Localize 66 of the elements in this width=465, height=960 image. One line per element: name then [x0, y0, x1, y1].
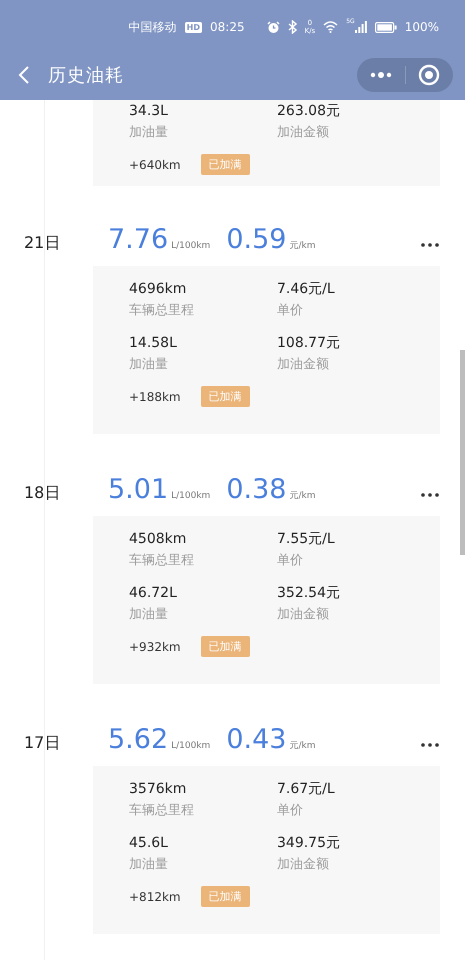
fuel-volume: 46.72L — [129, 584, 178, 602]
page-title: 历史油耗 — [48, 64, 125, 87]
record-day: 17日 — [24, 733, 108, 754]
full-tank-tag: 已加满 — [200, 386, 250, 407]
fuel-volume: 45.6L — [129, 834, 169, 852]
hd-badge: HD — [184, 22, 202, 32]
full-tank-tag: 已加满 — [200, 886, 250, 907]
unit-price: 7.46元/L — [277, 280, 336, 298]
unit-price: 7.55元/L — [277, 530, 336, 548]
full-tank-tag: 已加满 — [200, 154, 250, 175]
fuel-consumption: 7.76 — [108, 224, 168, 255]
odometer-label: 车辆总里程 — [129, 802, 195, 820]
cost-unit: 元/km — [289, 490, 316, 502]
battery-icon — [374, 22, 397, 32]
fuel-amount: 352.54元 — [277, 584, 341, 602]
fuel-amount-label: 加油金额 — [277, 124, 330, 142]
more-icon[interactable] — [421, 243, 439, 247]
fuel-consumption: 5.62 — [108, 724, 168, 755]
fuel-volume: 14.58L — [129, 334, 178, 352]
unit-price-label: 单价 — [277, 552, 304, 570]
distance-increase: +812km — [129, 890, 181, 904]
odometer-label: 车辆总里程 — [129, 552, 195, 570]
cost-unit: 元/km — [289, 740, 316, 752]
more-icon[interactable] — [421, 493, 439, 497]
fuel-amount-label: 加油金额 — [277, 856, 330, 874]
consumption-unit: L/100km — [171, 241, 210, 251]
carrier-name: 中国移动 — [128, 18, 177, 36]
record-day: 18日 — [24, 483, 108, 504]
distance-increase: +932km — [129, 640, 181, 654]
unit-price-label: 单价 — [277, 302, 304, 320]
battery-level: 100% — [404, 20, 439, 34]
fuel-volume: 34.3L — [129, 102, 169, 120]
fuel-amount: 108.77元 — [277, 334, 341, 352]
signal-icon — [354, 21, 367, 33]
odometer-label: 车辆总里程 — [129, 302, 195, 320]
back-icon[interactable] — [18, 65, 30, 85]
odometer-value: 3576km — [129, 780, 188, 798]
alarm-icon — [266, 20, 280, 34]
wifi-icon — [323, 21, 338, 33]
bluetooth-icon — [288, 20, 297, 34]
consumption-unit: L/100km — [171, 491, 210, 501]
unit-price: 7.67元/L — [277, 780, 336, 798]
fuel-amount-label: 加油金额 — [277, 356, 330, 374]
close-icon[interactable] — [418, 64, 440, 86]
record-day: 21日 — [24, 233, 108, 254]
clock-time: 08:25 — [210, 20, 245, 34]
fuel-volume-label: 加油量 — [129, 856, 169, 874]
full-tank-tag: 已加满 — [200, 636, 250, 657]
distance-increase: +188km — [129, 390, 181, 404]
odometer-value: 4508km — [129, 530, 188, 548]
cost-per-km: 0.38 — [226, 474, 286, 505]
odometer-value: 4696km — [129, 280, 188, 298]
cost-per-km: 0.43 — [226, 724, 286, 755]
consumption-unit: L/100km — [171, 741, 210, 751]
fuel-amount: 263.08元 — [277, 102, 341, 120]
cost-unit: 元/km — [289, 240, 316, 252]
fuel-amount: 349.75元 — [277, 834, 341, 852]
unit-price-label: 单价 — [277, 802, 304, 820]
fuel-amount-label: 加油金额 — [277, 606, 330, 624]
cost-per-km: 0.59 — [226, 224, 286, 255]
fuel-volume-label: 加油量 — [129, 124, 169, 142]
more-icon[interactable] — [421, 743, 439, 747]
distance-increase: +640km — [129, 158, 181, 172]
fuel-consumption: 5.01 — [108, 474, 168, 505]
fuel-volume-label: 加油量 — [129, 356, 169, 374]
fuel-volume-label: 加油量 — [129, 606, 169, 624]
